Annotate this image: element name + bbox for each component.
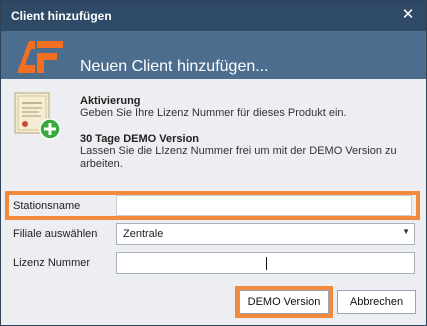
filiale-select[interactable]: Zentrale ▼	[116, 223, 415, 245]
window-title: Client hinzufügen	[11, 9, 112, 23]
demo-version-button[interactable]: DEMO Version	[239, 290, 329, 314]
filiale-selected-value: Zentrale	[123, 228, 164, 240]
banner-heading: Neuen Client hinzufügen...	[80, 58, 269, 75]
af-logo-icon	[17, 41, 63, 73]
activation-info: Aktivierung Geben Sie Ihre Lizenz Nummer…	[80, 95, 347, 120]
activation-text: Geben Sie Ihre Lizenz Nummer für dieses …	[80, 107, 347, 119]
lizenz-label: Lizenz Nummer	[13, 257, 91, 269]
filiale-label: Filiale auswählen	[13, 228, 98, 240]
client-dialog: Client hinzufügen ✕ Neuen Client hinzufü…	[0, 0, 427, 326]
demo-info: 30 Tage DEMO Version Lassen Sie die LIze…	[80, 133, 400, 171]
close-icon[interactable]: ✕	[398, 5, 418, 25]
cancel-button[interactable]: Abbrechen	[337, 290, 416, 314]
chevron-down-icon[interactable]: ▼	[402, 227, 410, 236]
demo-text: Lassen Sie die LIzenz Nummer frei um mit…	[80, 145, 397, 170]
demo-heading: 30 Tage DEMO Version	[80, 133, 200, 145]
header-banner: Neuen Client hinzufügen...	[1, 31, 426, 79]
license-certificate-icon	[14, 92, 61, 140]
title-bar: Client hinzufügen ✕	[1, 1, 426, 31]
station-label: Stationsname	[13, 200, 81, 212]
activation-heading: Aktivierung	[80, 95, 141, 107]
text-cursor	[266, 257, 267, 270]
station-name-input[interactable]	[116, 195, 412, 216]
license-number-input[interactable]	[116, 252, 415, 274]
